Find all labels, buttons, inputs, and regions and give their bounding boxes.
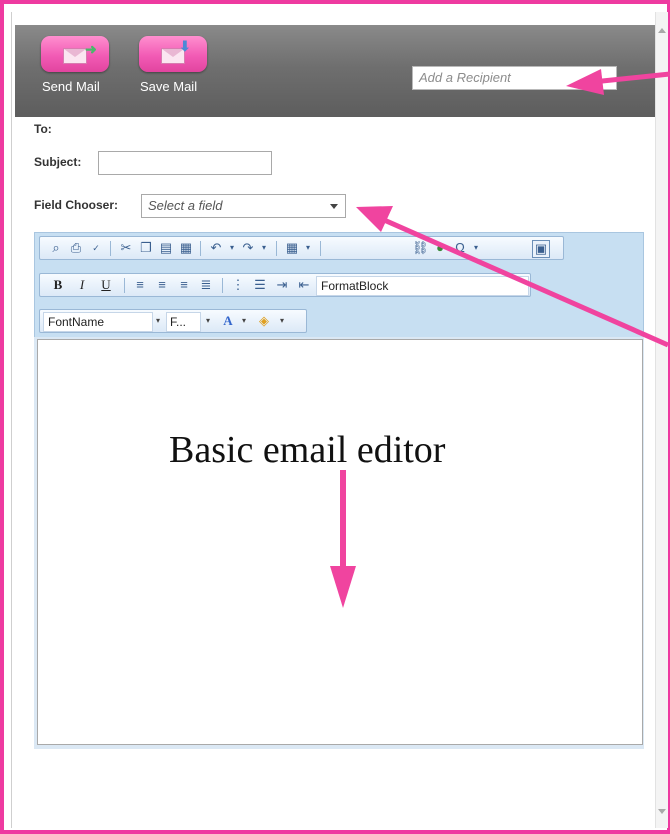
editor-pointer-arrow [330, 470, 356, 608]
annotation-arrows [330, 69, 670, 608]
recipient-pointer-arrow [566, 69, 670, 95]
field-chooser-pointer-arrow [356, 206, 670, 348]
